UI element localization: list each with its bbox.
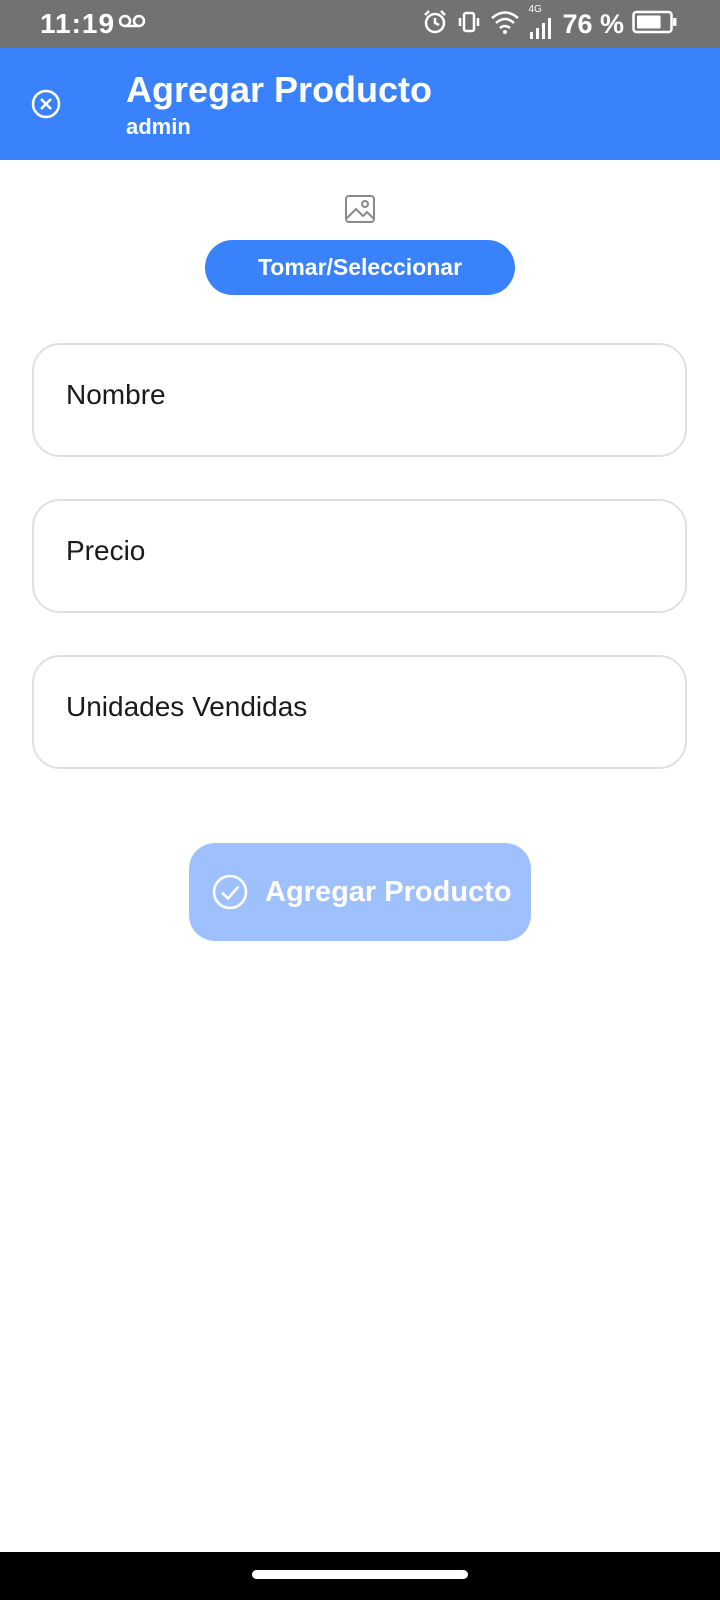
battery-icon	[632, 10, 678, 39]
signal-icon: 4G	[528, 4, 552, 40]
status-time: 11:19	[40, 8, 116, 39]
nombre-input[interactable]	[66, 375, 646, 415]
alarm-icon	[422, 9, 448, 40]
unidades-vendidas-field[interactable]	[32, 655, 687, 769]
status-bar: 11:19 4G 76 %	[0, 0, 720, 48]
precio-input[interactable]	[66, 531, 646, 571]
vibrate-icon	[456, 9, 482, 40]
add-product-label: Agregar Producto	[265, 875, 512, 908]
precio-field[interactable]	[32, 499, 687, 613]
page-subtitle: admin	[126, 114, 191, 139]
app-bar: Agregar Producto admin	[0, 48, 720, 160]
voicemail-icon	[118, 14, 146, 33]
network-type-label: 4G	[528, 4, 542, 15]
home-gesture-handle[interactable]	[252, 1570, 468, 1579]
unidades-vendidas-input[interactable]	[66, 687, 646, 727]
navigation-bar	[0, 1552, 720, 1600]
battery-percent: 76 %	[562, 9, 624, 39]
page-title: Agregar Producto	[126, 69, 433, 110]
nombre-field[interactable]	[32, 343, 687, 457]
add-product-button[interactable]: Agregar Producto	[189, 843, 531, 941]
close-circle-icon	[31, 89, 61, 119]
status-icons: 4G 76 %	[422, 4, 678, 42]
take-select-photo-button[interactable]: Tomar/Seleccionar	[205, 240, 515, 295]
wifi-icon	[490, 9, 520, 40]
close-button[interactable]	[28, 86, 64, 122]
check-circle-icon	[212, 874, 248, 910]
image-icon	[344, 194, 376, 224]
